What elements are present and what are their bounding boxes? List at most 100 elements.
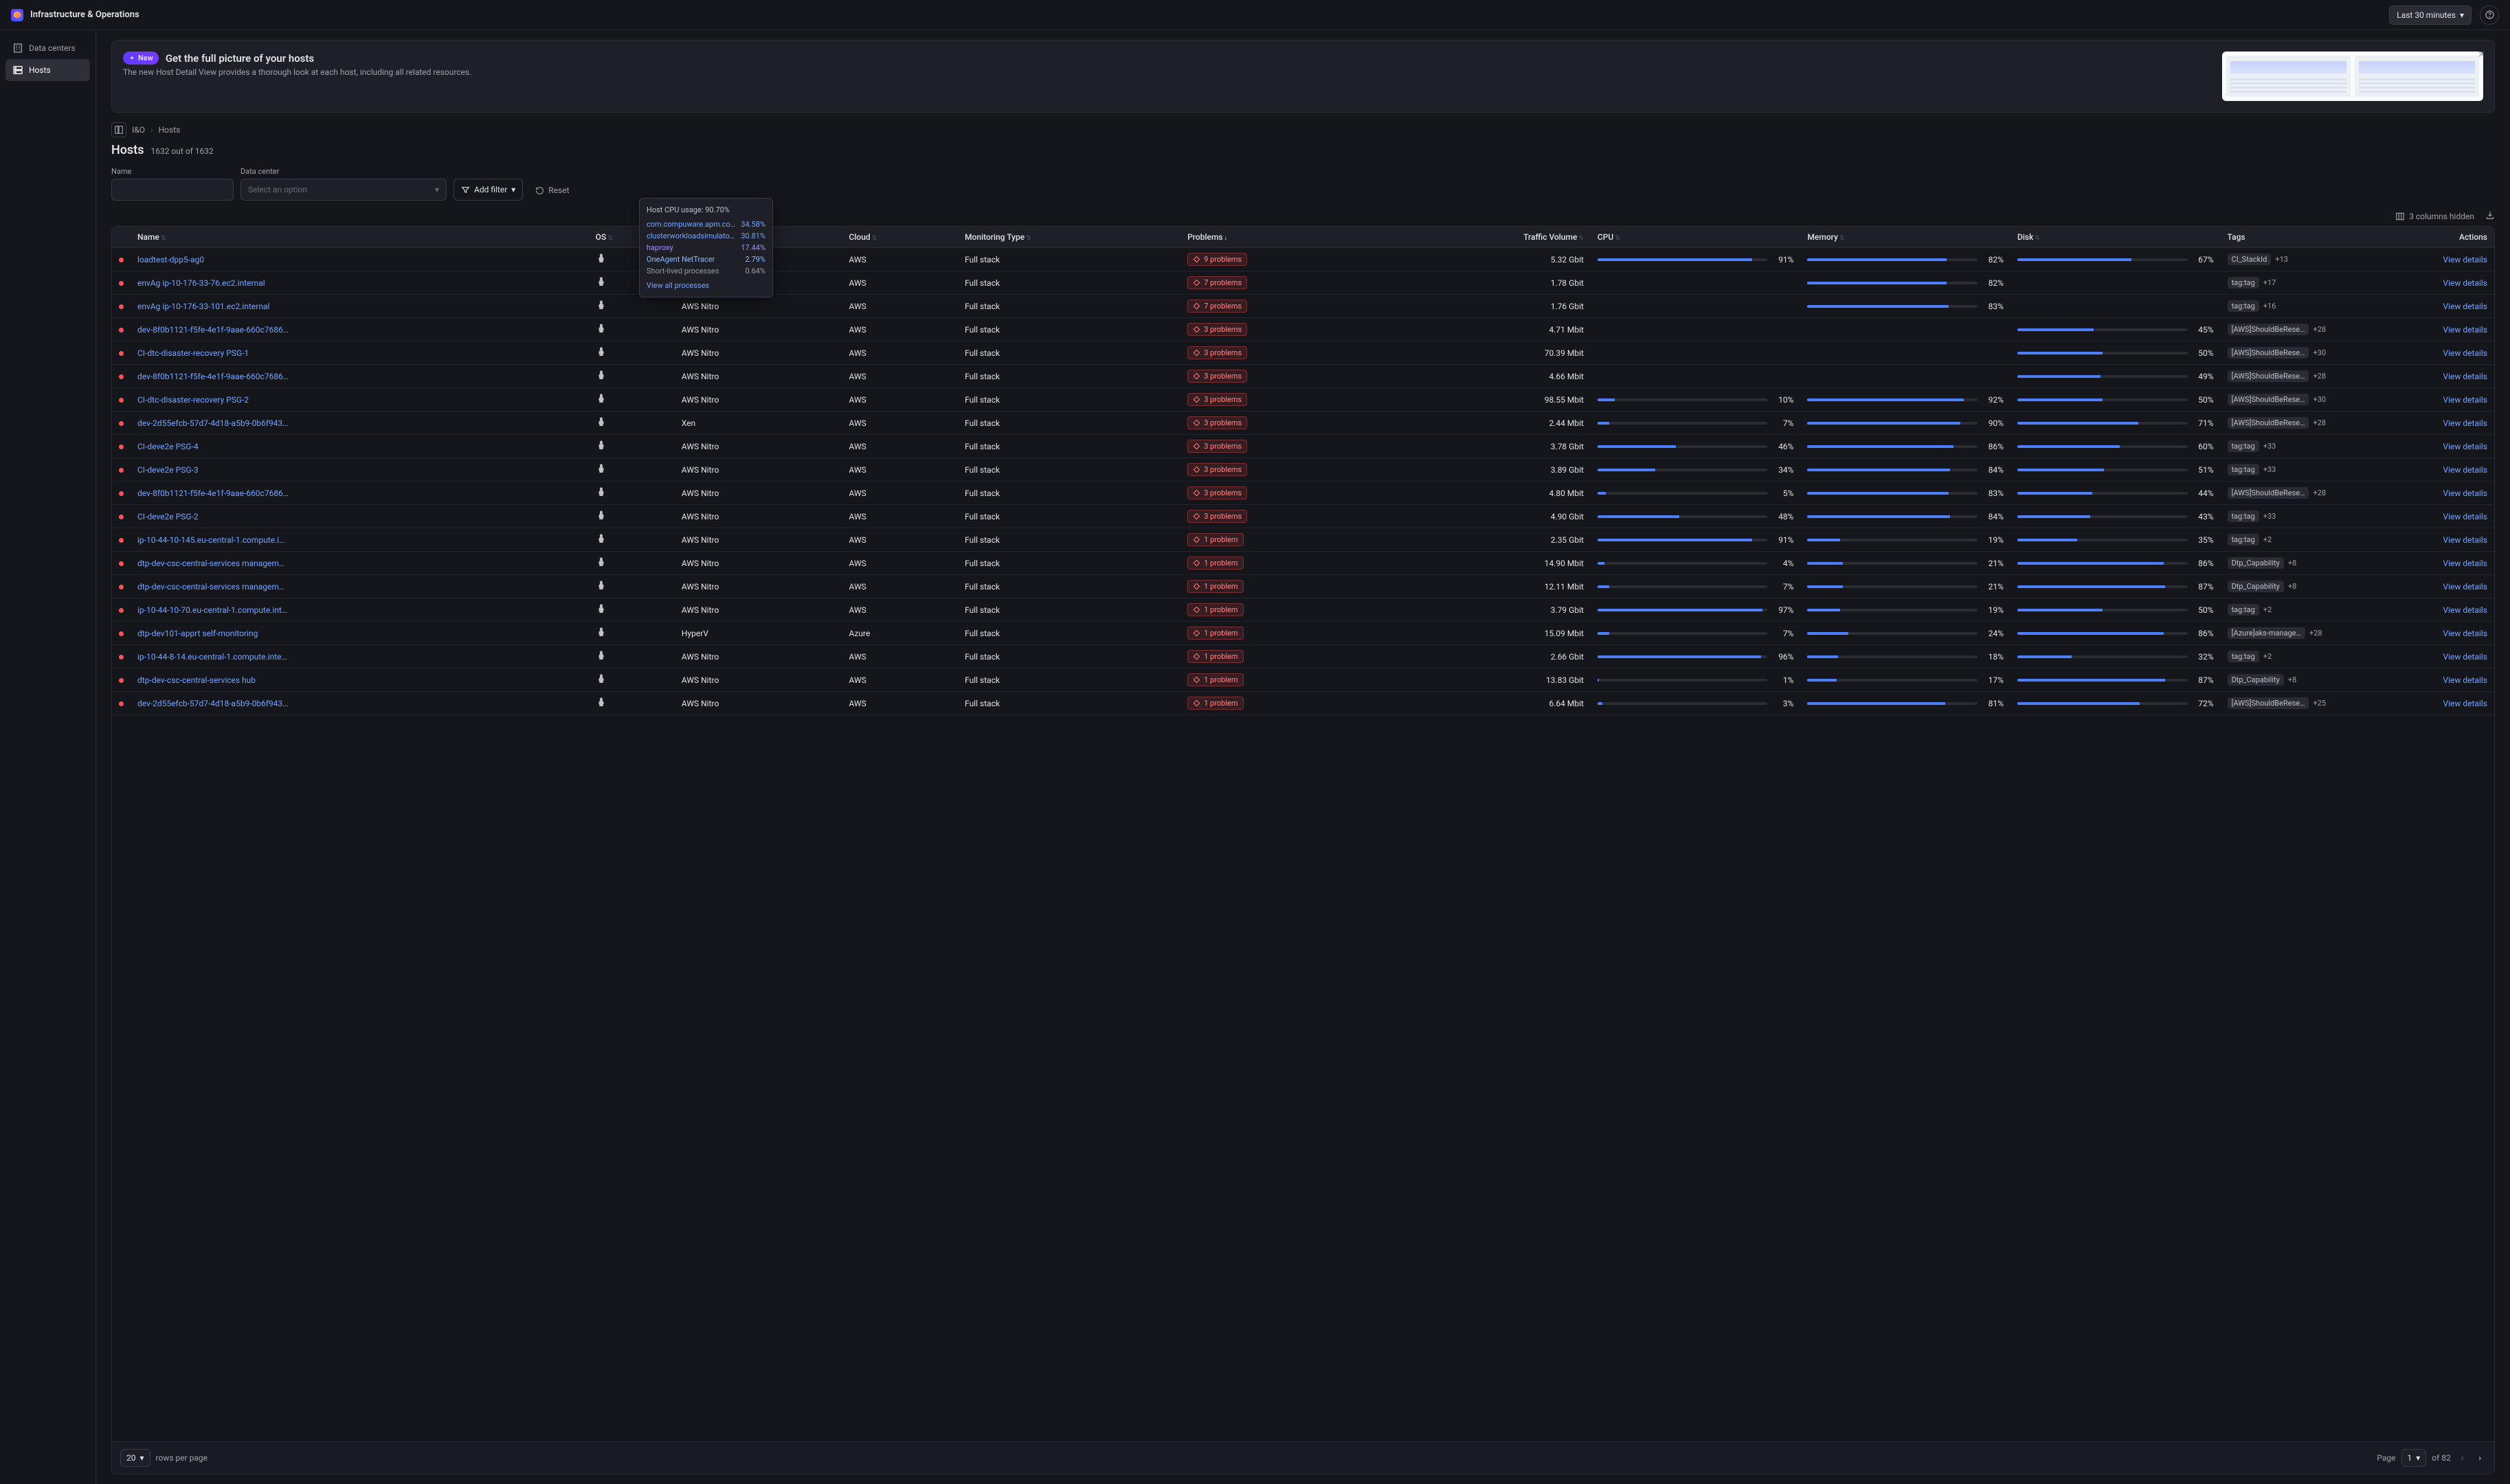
table-row[interactable]: CI-deve2e PSG-4AWS NitroAWSFull stack3 p… bbox=[112, 435, 2494, 458]
host-name-link[interactable]: CI-dtc-disaster-recovery PSG-1 bbox=[137, 348, 289, 358]
columns-hidden-button[interactable]: 3 columns hidden bbox=[2395, 212, 2474, 221]
problems-badge[interactable]: 1 problem bbox=[1187, 533, 1243, 546]
host-name-link[interactable]: CI-dtc-disaster-recovery PSG-2 bbox=[137, 395, 289, 405]
view-details-link[interactable]: View details bbox=[2340, 605, 2487, 615]
sidebar-item-hosts[interactable]: Hosts bbox=[5, 59, 90, 81]
tag-pill[interactable]: [Azure]aks-manage… bbox=[2228, 627, 2305, 639]
tag-pill[interactable]: [AWS]ShouldBeRese… bbox=[2228, 324, 2309, 335]
help-button[interactable] bbox=[2480, 5, 2499, 25]
tag-pill[interactable]: tag:tag bbox=[2228, 440, 2259, 452]
filter-datacenter-select[interactable]: Select an option ▾ bbox=[240, 179, 447, 201]
problems-badge[interactable]: 7 problems bbox=[1187, 300, 1247, 313]
rows-per-page-select[interactable]: 20 ▾ bbox=[120, 1449, 150, 1467]
tag-more[interactable]: +33 bbox=[2263, 512, 2276, 521]
table-row[interactable]: dev-8f0b1121-f5fe-4e1f-9aae-660c7686…AWS… bbox=[112, 318, 2494, 341]
tag-more[interactable]: +33 bbox=[2263, 465, 2276, 474]
view-details-link[interactable]: View details bbox=[2340, 418, 2487, 428]
tag-more[interactable]: +28 bbox=[2313, 325, 2326, 334]
tag-more[interactable]: +8 bbox=[2288, 582, 2296, 591]
view-details-link[interactable]: View details bbox=[2340, 465, 2487, 475]
view-details-link[interactable]: View details bbox=[2340, 535, 2487, 545]
problems-badge[interactable]: 3 problems bbox=[1187, 370, 1247, 383]
tag-pill[interactable]: tag:tag bbox=[2228, 604, 2259, 616]
add-filter-button[interactable]: Add filter ▾ bbox=[453, 179, 523, 201]
problems-badge[interactable]: 3 problems bbox=[1187, 440, 1247, 453]
tag-more[interactable]: +8 bbox=[2288, 559, 2296, 567]
filter-name-input[interactable] bbox=[111, 179, 234, 201]
host-name-link[interactable]: ip-10-44-10-70.eu-central-1.compute.int… bbox=[137, 605, 289, 615]
tag-more[interactable]: +28 bbox=[2313, 372, 2326, 381]
problems-badge[interactable]: 1 problem bbox=[1187, 650, 1243, 663]
problems-badge[interactable]: 1 problem bbox=[1187, 580, 1243, 593]
view-details-link[interactable]: View details bbox=[2340, 278, 2487, 288]
tag-pill[interactable]: tag:tag bbox=[2228, 534, 2259, 546]
page-next-button[interactable]: › bbox=[2474, 1450, 2486, 1465]
col-disk[interactable]: Disk⇅ bbox=[2010, 227, 2221, 248]
table-row[interactable]: dev-8f0b1121-f5fe-4e1f-9aae-660c7686…AWS… bbox=[112, 482, 2494, 505]
host-name-link[interactable]: dev-8f0b1121-f5fe-4e1f-9aae-660c7686… bbox=[137, 325, 289, 335]
view-details-link[interactable]: View details bbox=[2340, 372, 2487, 381]
reset-filters-button[interactable]: Reset bbox=[530, 180, 574, 201]
col-cloud[interactable]: Cloud⇅ bbox=[842, 227, 959, 248]
tag-pill[interactable]: tag:tag bbox=[2228, 277, 2259, 289]
problems-badge[interactable]: 3 problems bbox=[1187, 346, 1247, 359]
tag-more[interactable]: +2 bbox=[2263, 652, 2272, 661]
table-row[interactable]: CI-deve2e PSG-3AWS NitroAWSFull stack3 p… bbox=[112, 458, 2494, 482]
col-name[interactable]: Name⇅ bbox=[131, 227, 589, 248]
tag-pill[interactable]: [AWS]ShouldBeRese… bbox=[2228, 487, 2309, 499]
table-row[interactable]: envAg ip-10-176-33-101.ec2.internalAWS N… bbox=[112, 295, 2494, 318]
view-details-link[interactable]: View details bbox=[2340, 255, 2487, 265]
tag-more[interactable]: +28 bbox=[2313, 488, 2326, 497]
host-name-link[interactable]: dtp-dev101-apprt self-monitoring bbox=[137, 629, 289, 638]
problems-badge[interactable]: 1 problem bbox=[1187, 627, 1243, 640]
table-row[interactable]: envAg ip-10-176-33-76.ec2.internalAWS Ni… bbox=[112, 271, 2494, 295]
col-monitoring[interactable]: Monitoring Type⇅ bbox=[958, 227, 1180, 248]
host-name-link[interactable]: CI-deve2e PSG-2 bbox=[137, 512, 289, 521]
view-details-link[interactable]: View details bbox=[2340, 302, 2487, 311]
sidebar-item-data-centers[interactable]: Data centers bbox=[5, 37, 90, 59]
view-details-link[interactable]: View details bbox=[2340, 559, 2487, 568]
view-details-link[interactable]: View details bbox=[2340, 675, 2487, 685]
problems-badge[interactable]: 3 problems bbox=[1187, 463, 1247, 476]
table-row[interactable]: loadtest-dpp5-ag0AWS NitroAWSFull stack9… bbox=[112, 248, 2494, 271]
host-name-link[interactable]: dtp-dev-csc-central-services management bbox=[137, 559, 289, 568]
tag-pill[interactable]: [AWS]ShouldBeRese… bbox=[2228, 697, 2309, 709]
host-name-link[interactable]: envAg ip-10-176-33-101.ec2.internal bbox=[137, 302, 289, 311]
problems-badge[interactable]: 3 problems bbox=[1187, 416, 1247, 429]
view-details-link[interactable]: View details bbox=[2340, 652, 2487, 662]
view-details-link[interactable]: View details bbox=[2340, 629, 2487, 638]
view-details-link[interactable]: View details bbox=[2340, 442, 2487, 451]
table-row[interactable]: ip-10-44-10-145.eu-central-1.compute.in…… bbox=[112, 528, 2494, 552]
view-details-link[interactable]: View details bbox=[2340, 699, 2487, 708]
breadcrumb-layout-button[interactable] bbox=[111, 122, 126, 137]
tag-more[interactable]: +2 bbox=[2263, 535, 2272, 544]
view-all-processes-link[interactable]: View all processes bbox=[640, 277, 772, 291]
host-name-link[interactable]: dev-8f0b1121-f5fe-4e1f-9aae-660c7686… bbox=[137, 488, 289, 498]
table-row[interactable]: ip-10-44-8-14.eu-central-1.compute.inte…… bbox=[112, 645, 2494, 668]
col-cpu[interactable]: CPU⇅ bbox=[1591, 227, 1801, 248]
tag-pill[interactable]: [AWS]ShouldBeRese… bbox=[2228, 417, 2309, 429]
table-row[interactable]: dev-2d55efcb-57d7-4d18-a5b9-0b6f943e…AWS… bbox=[112, 692, 2494, 715]
breadcrumb-root[interactable]: I&O bbox=[132, 125, 145, 135]
table-row[interactable]: CI-dtc-disaster-recovery PSG-2AWS NitroA… bbox=[112, 388, 2494, 412]
problems-badge[interactable]: 1 problem bbox=[1187, 697, 1243, 710]
tag-pill[interactable]: tag:tag bbox=[2228, 300, 2259, 312]
tag-more[interactable]: +30 bbox=[2313, 348, 2326, 357]
host-name-link[interactable]: dtp-dev-csc-central-services hub bbox=[137, 675, 289, 685]
download-button[interactable] bbox=[2485, 210, 2495, 222]
table-row[interactable]: dev-2d55efcb-57d7-4d18-a5b9-0b6f943e…Xen… bbox=[112, 412, 2494, 435]
tag-more[interactable]: +33 bbox=[2263, 442, 2276, 451]
table-row[interactable]: CI-dtc-disaster-recovery PSG-1AWS NitroA… bbox=[112, 341, 2494, 365]
view-details-link[interactable]: View details bbox=[2340, 395, 2487, 405]
tag-more[interactable]: +2 bbox=[2263, 605, 2272, 614]
tag-pill[interactable]: tag:tag bbox=[2228, 464, 2259, 475]
tag-more[interactable]: +17 bbox=[2263, 278, 2276, 287]
tag-more[interactable]: +28 bbox=[2313, 418, 2326, 427]
table-row[interactable]: ip-10-44-10-70.eu-central-1.compute.int…… bbox=[112, 598, 2494, 622]
tag-more[interactable]: +28 bbox=[2309, 629, 2322, 638]
problems-badge[interactable]: 3 problems bbox=[1187, 510, 1247, 523]
host-name-link[interactable]: CI-deve2e PSG-3 bbox=[137, 465, 289, 475]
table-row[interactable]: dtp-dev-csc-central-services hubAWS Nitr… bbox=[112, 668, 2494, 692]
host-name-link[interactable]: dtp-dev-csc-central-services management bbox=[137, 582, 289, 592]
col-traffic[interactable]: Traffic Volume⇅ bbox=[1385, 227, 1591, 248]
